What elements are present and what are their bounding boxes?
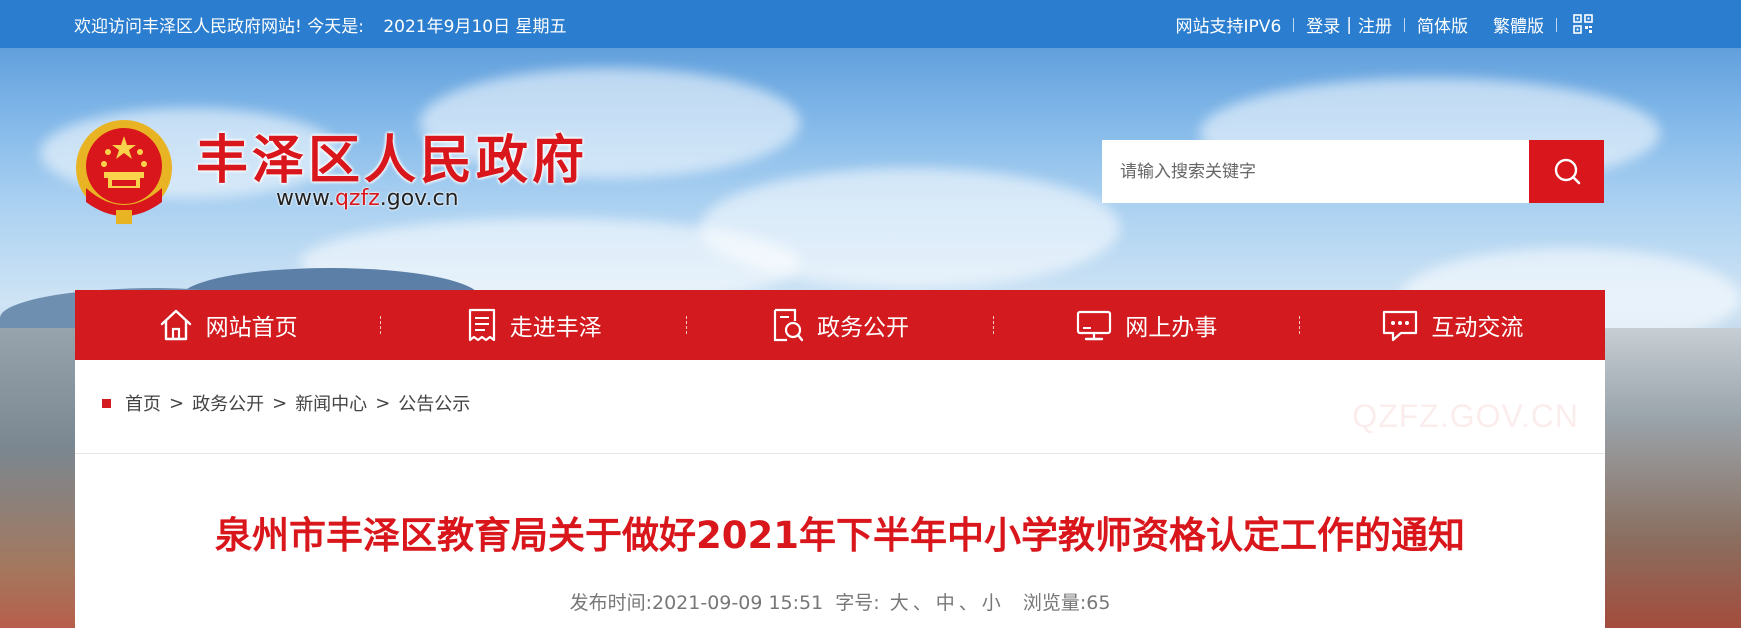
divider <box>1556 17 1557 32</box>
views-count: 65 <box>1086 592 1111 614</box>
qr-code-icon[interactable] <box>1573 14 1593 34</box>
article-title: 泉州市丰泽区教育局关于做好2021年下半年中小学教师资格认定工作的通知 <box>215 514 1465 557</box>
monitor-icon <box>1077 310 1112 341</box>
search-input[interactable] <box>1102 140 1529 203</box>
traditional-link[interactable]: 繁體版 <box>1493 12 1544 37</box>
breadcrumb-announcements[interactable]: 公告公示 <box>398 390 470 416</box>
published-label: 发布时间: <box>569 592 652 614</box>
article-meta: 发布时间:2021-09-09 15:51 字号: 大、中、小 浏览量:65 <box>75 588 1605 615</box>
search-icon <box>1554 158 1580 184</box>
nav-label-online-services: 网上办事 <box>1125 315 1218 341</box>
login-link[interactable]: 登录 <box>1306 12 1340 37</box>
main-nav: 网站首页 走进丰泽 政务公开 网上办事 互动交流 <box>75 290 1605 360</box>
font-size-separator: 、 <box>958 592 978 614</box>
welcome-message: 欢迎访问丰泽区人民政府网站! 今天是: 2021年9月10日 星期五 <box>74 12 566 37</box>
font-size-medium-button[interactable]: 中 <box>936 592 955 614</box>
nav-item-gov-affairs[interactable]: 政务公开 <box>687 290 992 360</box>
content-card: 首页 > 政务公开 > 新闻中心 > 公告公示 QZFZ.GOV.CN 泉州市丰… <box>75 360 1605 628</box>
font-size-large-button[interactable]: 大 <box>890 592 909 614</box>
current-date: 2021年9月10日 星期五 <box>383 17 567 37</box>
breadcrumb-home[interactable]: 首页 <box>125 390 161 416</box>
nav-label-home: 网站首页 <box>205 315 298 341</box>
divider <box>1404 17 1405 32</box>
home-icon <box>160 309 191 341</box>
search-button[interactable] <box>1529 140 1604 203</box>
breadcrumb-gov-affairs[interactable]: 政务公开 <box>192 390 264 416</box>
breadcrumb-separator: > <box>272 392 288 414</box>
url-prefix: www. <box>276 186 335 211</box>
nav-item-interaction[interactable]: 互动交流 <box>1300 290 1605 360</box>
site-watermark: QZFZ.GOV.CN <box>1352 398 1579 434</box>
url-suffix: .gov.cn <box>379 186 459 211</box>
nav-item-home[interactable]: 网站首页 <box>75 290 380 360</box>
search-doc-icon <box>773 308 804 342</box>
font-size-label: 字号: <box>835 592 880 614</box>
site-url: www.qzfz.gov.cn <box>276 186 459 211</box>
nav-item-online-services[interactable]: 网上办事 <box>994 290 1299 360</box>
url-domain: qzfz <box>334 186 380 211</box>
nav-item-about[interactable]: 走进丰泽 <box>381 290 686 360</box>
breadcrumb-marker-icon <box>102 398 111 408</box>
nav-label-about: 走进丰泽 <box>509 315 602 341</box>
published-time: 2021-09-09 15:51 <box>651 592 824 614</box>
ipv6-link[interactable]: 网站支持IPV6 <box>1176 12 1282 37</box>
national-emblem-logo <box>76 120 172 224</box>
register-link[interactable]: 注册 <box>1358 12 1392 37</box>
welcome-text: 欢迎访问丰泽区人民政府网站! 今天是: <box>74 17 364 37</box>
login-register-divider: | <box>1346 14 1352 35</box>
simplified-link[interactable]: 简体版 <box>1417 12 1468 37</box>
divider <box>75 453 1605 454</box>
font-size-separator: 、 <box>912 592 932 614</box>
font-size-small-button[interactable]: 小 <box>982 592 1001 614</box>
breadcrumb-news-center[interactable]: 新闻中心 <box>295 390 367 416</box>
nav-label-gov-affairs: 政务公开 <box>817 315 909 341</box>
divider <box>1293 17 1295 32</box>
breadcrumb-separator: > <box>375 392 391 414</box>
chat-icon <box>1383 310 1418 342</box>
nav-label-interaction: 互动交流 <box>1431 315 1524 341</box>
views-label: 浏览量: <box>1022 592 1087 614</box>
breadcrumb: 首页 > 政务公开 > 新闻中心 > 公告公示 <box>102 390 470 416</box>
breadcrumb-separator: > <box>169 392 185 414</box>
document-icon <box>468 308 495 342</box>
site-title: 丰泽区人民政府 <box>196 131 589 191</box>
top-links: 网站支持IPV6 登录 | 注册 简体版 繁體版 <box>1176 12 1569 37</box>
top-bar: 欢迎访问丰泽区人民政府网站! 今天是: 2021年9月10日 星期五 网站支持I… <box>0 0 1741 48</box>
